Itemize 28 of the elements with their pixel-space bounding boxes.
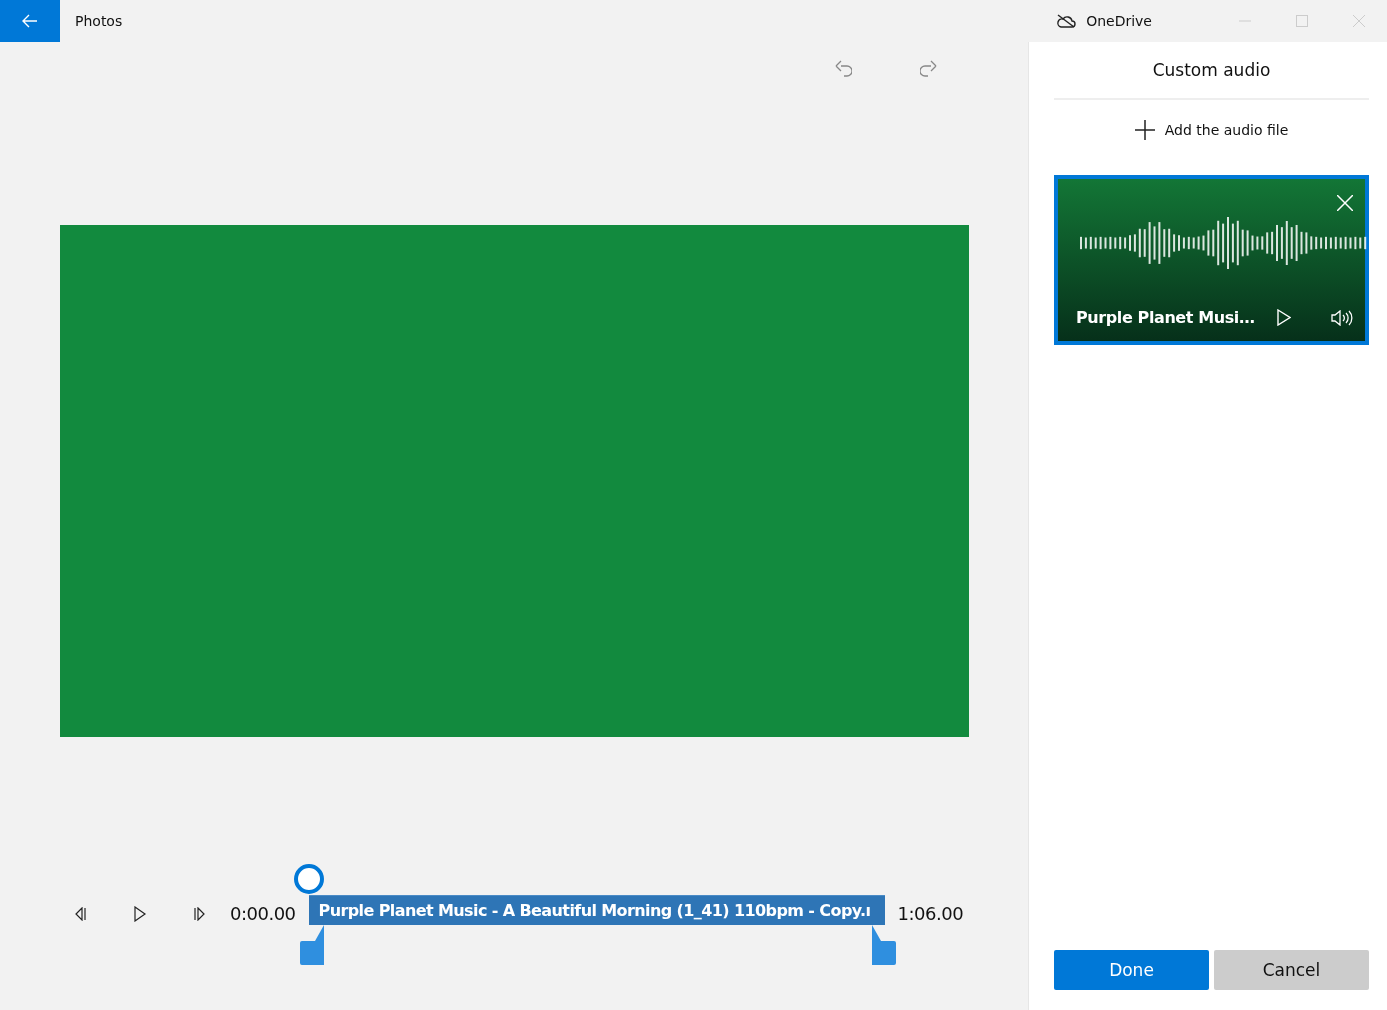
close-icon [1352,15,1365,27]
close-icon[interactable] [1337,195,1353,211]
play-icon[interactable] [1277,309,1291,326]
add-audio-button[interactable]: Add the audio file [1128,110,1295,150]
playhead-handle[interactable] [293,864,324,894]
play-icon [133,906,147,922]
window-title: Photos [75,13,123,29]
panel-title: Custom audio [1054,42,1369,100]
start-time: 0:00.00 [230,903,296,924]
end-time: 1:06.00 [897,903,964,924]
audio-card[interactable]: Purple Planet Musi… [1054,175,1369,345]
trim-start-handle[interactable] [299,925,326,965]
maximize-icon [1295,15,1308,27]
account-name: OneDrive [1086,13,1152,29]
audio-clip-bar: Purple Planet Music - A Beautiful Morning (1_41) 110bpm - Copy.ı [308,895,885,925]
audio-title: Purple Planet Musi… [1076,308,1256,327]
back-button[interactable] [0,0,60,42]
done-button[interactable]: Done [1054,950,1209,990]
undo-icon [834,59,852,79]
plus-icon [1134,120,1155,140]
cloud-off-icon [1056,14,1077,28]
volume-icon[interactable] [1331,309,1353,326]
redo-icon [920,59,938,79]
cancel-button[interactable]: Cancel [1214,950,1369,990]
previous-frame-icon [73,907,87,921]
next-frame-icon [193,907,207,921]
trim-end-handle[interactable] [869,925,896,965]
back-arrow-icon [22,14,38,28]
